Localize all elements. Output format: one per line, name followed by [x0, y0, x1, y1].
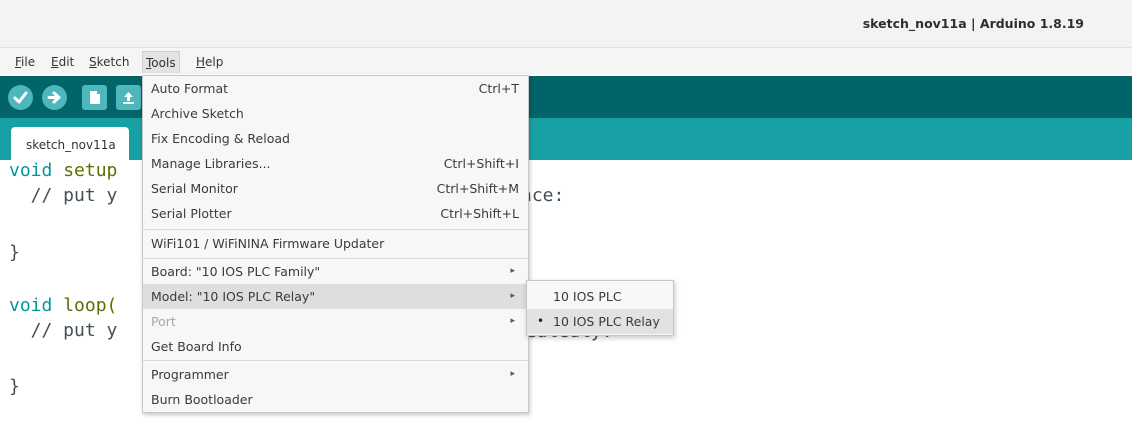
menu-item-archive-sketch[interactable]: Archive Sketch [143, 101, 528, 126]
menu-help[interactable]: Help [193, 51, 226, 73]
tools-dropdown: Auto Format Ctrl+T Archive Sketch Fix En… [142, 75, 529, 413]
window-title: sketch_nov11a | Arduino 1.8.19 [862, 16, 1084, 31]
menu-bar: File Edit Sketch Tools Help [0, 48, 1132, 74]
code-line-4: void loop( [9, 295, 117, 316]
menu-item-wifi-updater[interactable]: WiFi101 / WiFiNINA Firmware Updater [143, 231, 528, 256]
code-function: setup [63, 160, 118, 181]
code-line-2: // put y [9, 185, 118, 206]
menu-item-label: Burn Bootloader [151, 392, 253, 407]
menu-item-port: Port ▸ [143, 309, 528, 334]
menu-item-serial-plotter[interactable]: Serial Plotter Ctrl+Shift+L [143, 201, 528, 226]
code-comment: // put y [9, 185, 118, 206]
menu-item-shortcut: Ctrl+Shift+M [436, 181, 519, 196]
upload-button[interactable] [42, 85, 67, 110]
title-bar: sketch_nov11a | Arduino 1.8.19 [0, 0, 1132, 48]
submenu-arrow-icon: ▸ [510, 316, 515, 326]
menu-sketch[interactable]: Sketch [86, 51, 132, 73]
menu-item-label: Programmer [151, 367, 229, 382]
menu-file-rest: ile [21, 55, 36, 69]
arrow-right-icon [47, 91, 61, 104]
menu-item-auto-format[interactable]: Auto Format Ctrl+T [143, 76, 528, 101]
menu-item-label: Archive Sketch [151, 106, 244, 121]
menu-help-mnemonic: H [196, 55, 206, 69]
upload-arrow-icon [123, 92, 134, 104]
code-line-5: // put y [9, 320, 118, 341]
code-comment: // put y [9, 320, 118, 341]
code-function: loop( [63, 295, 118, 316]
menu-item-label: Model: "10 IOS PLC Relay" [151, 289, 316, 304]
menu-item-model[interactable]: Model: "10 IOS PLC Relay" ▸ [143, 284, 528, 309]
menu-tools-rest: ools [151, 56, 176, 70]
menu-item-get-board-info[interactable]: Get Board Info [143, 334, 528, 359]
menu-item-label: Manage Libraries... [151, 156, 271, 171]
menu-item-fix-encoding[interactable]: Fix Encoding & Reload [143, 126, 528, 151]
menu-separator [143, 360, 528, 361]
menu-item-shortcut: Ctrl+T [478, 81, 519, 96]
menu-item-serial-monitor[interactable]: Serial Monitor Ctrl+Shift+M [143, 176, 528, 201]
verify-button[interactable] [8, 85, 33, 110]
menu-item-label: Serial Monitor [151, 181, 238, 196]
document-icon [90, 91, 100, 104]
menu-item-label: Serial Plotter [151, 206, 232, 221]
tab-sketch[interactable]: sketch_nov11a [11, 127, 129, 160]
submenu-arrow-icon: ▸ [510, 291, 515, 301]
menu-item-board[interactable]: Board: "10 IOS PLC Family" ▸ [143, 259, 528, 284]
menu-separator [143, 229, 528, 230]
new-sketch-button[interactable] [82, 85, 107, 110]
open-sketch-button[interactable] [116, 85, 141, 110]
menu-edit-rest: dit [58, 55, 75, 69]
menu-item-label: Auto Format [151, 81, 229, 96]
submenu-item-10-ios-plc[interactable]: 10 IOS PLC [527, 284, 673, 309]
menu-file[interactable]: File [12, 51, 38, 73]
code-keyword: void [9, 160, 53, 181]
model-submenu: 10 IOS PLC • 10 IOS PLC Relay [526, 280, 674, 336]
menu-tools[interactable]: Tools [142, 51, 180, 73]
submenu-arrow-icon: ▸ [510, 369, 515, 379]
menu-sketch-rest: ketch [96, 55, 130, 69]
menu-edit-mnemonic: E [51, 55, 59, 69]
menu-edit[interactable]: Edit [48, 51, 77, 73]
tab-sketch-label: sketch_nov11a [26, 138, 116, 152]
menu-item-manage-libraries[interactable]: Manage Libraries... Ctrl+Shift+I [143, 151, 528, 176]
menu-item-label: Get Board Info [151, 339, 242, 354]
submenu-item-10-ios-plc-relay[interactable]: • 10 IOS PLC Relay [527, 309, 673, 334]
submenu-item-label: 10 IOS PLC [553, 289, 622, 304]
submenu-arrow-icon: ▸ [510, 266, 515, 276]
menu-sketch-mnemonic: S [89, 55, 97, 69]
code-line-1: void setup [9, 160, 117, 181]
menu-item-label: Fix Encoding & Reload [151, 131, 290, 146]
code-line-3: } [9, 242, 20, 263]
code-keyword: void [9, 295, 53, 316]
menu-item-burn-bootloader[interactable]: Burn Bootloader [143, 387, 528, 412]
menu-item-label: Port [151, 314, 176, 329]
menu-item-shortcut: Ctrl+Shift+I [443, 156, 519, 171]
code-line-6: } [9, 376, 20, 397]
checkmark-icon [13, 91, 28, 104]
menu-item-shortcut: Ctrl+Shift+L [440, 206, 519, 221]
menu-item-label: WiFi101 / WiFiNINA Firmware Updater [151, 236, 385, 251]
menu-item-programmer[interactable]: Programmer ▸ [143, 362, 528, 387]
selected-bullet-icon: • [537, 314, 545, 328]
menu-item-label: Board: "10 IOS PLC Family" [151, 264, 321, 279]
menu-help-rest: elp [205, 55, 224, 69]
submenu-item-label: 10 IOS PLC Relay [553, 314, 660, 329]
